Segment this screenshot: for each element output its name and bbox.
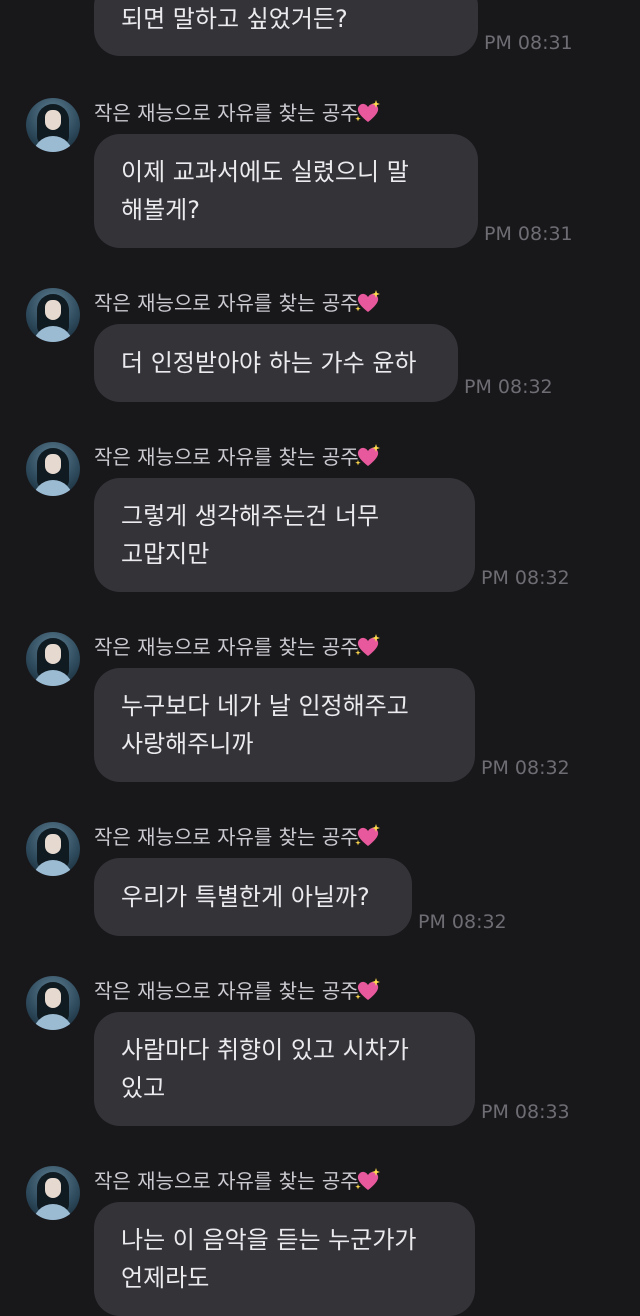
message-bubble[interactable]: 되면 말하고 싶었거든? — [94, 0, 478, 56]
message-bubble[interactable]: 우리가 특별한게 아닐까? — [94, 858, 412, 936]
sparkling-heart-icon — [355, 978, 380, 1000]
message-bubble[interactable]: 이제 교과서에도 실렸으니 말 해볼게? — [94, 134, 478, 248]
message-bubble[interactable]: 그렇게 생각해주는건 너무 고맙지만 — [94, 478, 475, 592]
sender-name-text: 작은 재능으로 자유를 찾는 공주 — [94, 1169, 359, 1193]
sender-name-text: 작은 재능으로 자유를 찾는 공주 — [94, 291, 359, 315]
message-timestamp: PM 08:33 — [481, 1101, 570, 1123]
message-bubble[interactable]: 사람마다 취향이 있고 시차가 있고 — [94, 1012, 475, 1126]
sparkling-heart-icon — [355, 1168, 380, 1190]
message-line: 사랑해주니까 — [121, 730, 254, 758]
message-bubble[interactable]: 더 인정받아야 하는 가수 윤하 — [94, 324, 458, 402]
sender-name: 작은 재능으로 자유를 찾는 공주 — [94, 442, 359, 472]
sender-name-text: 작은 재능으로 자유를 찾는 공주 — [94, 825, 359, 849]
sender-avatar[interactable] — [26, 98, 80, 152]
message-line: 고맙지만 — [121, 540, 210, 568]
sender-name-text: 작은 재능으로 자유를 찾는 공주 — [94, 101, 359, 125]
sender-avatar[interactable] — [26, 976, 80, 1030]
sparkling-heart-icon — [355, 824, 380, 846]
message-line: 그렇게 생각해주는건 너무 — [121, 502, 380, 530]
sender-name: 작은 재능으로 자유를 찾는 공주 — [94, 288, 359, 318]
message-bubble[interactable]: 나는 이 음악을 듣는 누군가가 언제라도 — [94, 1202, 475, 1316]
message-line: 이제 교과서에도 실렸으니 말 — [121, 158, 409, 186]
sender-name: 작은 재능으로 자유를 찾는 공주 — [94, 822, 359, 852]
sender-avatar[interactable] — [26, 288, 80, 342]
sender-name-text: 작은 재능으로 자유를 찾는 공주 — [94, 635, 359, 659]
sender-name-text: 작은 재능으로 자유를 찾는 공주 — [94, 979, 359, 1003]
sparkling-heart-icon — [355, 290, 380, 312]
message-line: 나는 이 음악을 듣는 누군가가 — [121, 1226, 417, 1254]
message-timestamp: PM 08:31 — [484, 32, 573, 54]
message-bubble[interactable]: 누구보다 네가 날 인정해주고 사랑해주니까 — [94, 668, 475, 782]
sender-name: 작은 재능으로 자유를 찾는 공주 — [94, 632, 359, 662]
message-line: 언제라도 — [121, 1264, 210, 1292]
sender-avatar[interactable] — [26, 442, 80, 496]
message-line: 되면 말하고 싶었거든? — [121, 5, 348, 33]
sender-avatar[interactable] — [26, 632, 80, 686]
sender-avatar[interactable] — [26, 1166, 80, 1220]
sparkling-heart-icon — [355, 634, 380, 656]
sparkling-heart-icon — [355, 444, 380, 466]
sparkling-heart-icon — [355, 100, 380, 122]
message-line: 더 인정받아야 하는 가수 윤하 — [121, 349, 417, 377]
sender-name: 작은 재능으로 자유를 찾는 공주 — [94, 98, 359, 128]
sender-avatar[interactable] — [26, 822, 80, 876]
message-timestamp: PM 08:32 — [481, 567, 570, 589]
message-line: 우리가 특별한게 아닐까? — [121, 883, 370, 911]
message-timestamp: PM 08:31 — [484, 223, 573, 245]
sender-name-text: 작은 재능으로 자유를 찾는 공주 — [94, 445, 359, 469]
sender-name: 작은 재능으로 자유를 찾는 공주 — [94, 1166, 359, 1196]
message-timestamp: PM 08:32 — [418, 911, 507, 933]
message-timestamp: PM 08:32 — [481, 757, 570, 779]
message-line: 사람마다 취향이 있고 시차가 — [121, 1036, 409, 1064]
message-line: 해볼게? — [121, 196, 200, 224]
message-line: 있고 — [121, 1074, 166, 1102]
message-timestamp: PM 08:32 — [464, 376, 553, 398]
sender-name: 작은 재능으로 자유를 찾는 공주 — [94, 976, 359, 1006]
message-line: 누구보다 네가 날 인정해주고 — [121, 692, 409, 720]
chat-feed: 되면 말하고 싶었거든? PM 08:31 작은 재능으로 자유를 찾는 공주 … — [0, 0, 640, 1316]
